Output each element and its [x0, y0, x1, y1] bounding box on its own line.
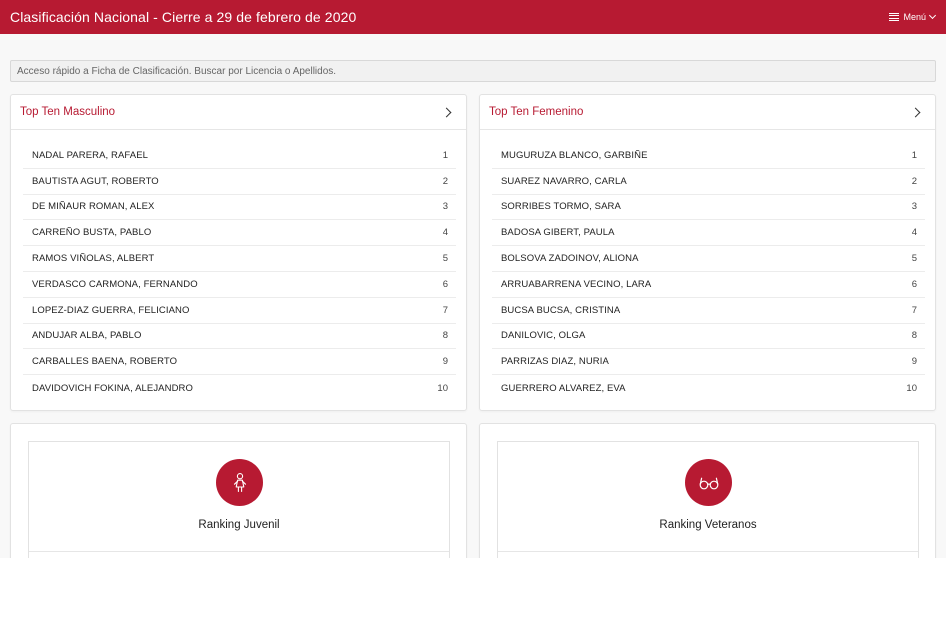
list-item[interactable]: DANILOVIC, OLGA 8	[492, 324, 925, 350]
player-name: ARRUABARRENA VECINO, LARA	[501, 278, 652, 290]
top-bar: Clasificación Nacional - Cierre a 29 de …	[0, 0, 946, 34]
player-name: BOLSOVA ZADOINOV, ALIONA	[501, 253, 639, 265]
glasses-icon	[685, 459, 732, 506]
tile-label: Ranking Veteranos	[659, 519, 757, 531]
player-rank: 9	[911, 356, 917, 368]
player-rank: 4	[911, 227, 917, 239]
player-rank: 6	[911, 278, 917, 290]
player-rank: 3	[911, 201, 917, 213]
card-title: Top Ten Femenino	[489, 106, 584, 118]
veterans-ranking-card: Ranking Veteranos	[479, 423, 936, 558]
player-rank: 4	[442, 227, 448, 239]
player-name: SORRIBES TORMO, SARA	[501, 201, 621, 213]
player-name: RAMOS VIÑOLAS, ALBERT	[32, 253, 155, 265]
list-item[interactable]: ARRUABARRENA VECINO, LARA 6	[492, 272, 925, 298]
player-name: BUCSA BUCSA, CRISTINA	[501, 304, 621, 316]
player-rank: 5	[911, 253, 917, 265]
player-name: DAVIDOVICH FOKINA, ALEJANDRO	[32, 382, 193, 394]
player-rank: 5	[442, 253, 448, 265]
player-name: DE MIÑAUR ROMAN, ALEX	[32, 201, 155, 213]
menu-button[interactable]: Menú	[889, 11, 937, 22]
list-item[interactable]: RAMOS VIÑOLAS, ALBERT 5	[23, 246, 456, 272]
page-title: Clasificación Nacional - Cierre a 29 de …	[10, 9, 357, 25]
player-rank: 1	[442, 149, 448, 161]
menu-label: Menú	[903, 12, 926, 22]
hamburger-icon	[889, 13, 900, 21]
list-item[interactable]: BAUTISTA AGUT, ROBERTO 2	[23, 169, 456, 195]
list-item[interactable]: DAVIDOVICH FOKINA, ALEJANDRO 10	[23, 375, 456, 401]
player-name: DANILOVIC, OLGA	[501, 330, 586, 342]
player-name: LOPEZ-DIAZ GUERRA, FELICIANO	[32, 304, 190, 316]
top-ten-male-card: Top Ten Masculino NADAL PARERA, RAFAEL 1 …	[10, 94, 467, 411]
player-name: SUAREZ NAVARRO, CARLA	[501, 175, 627, 187]
player-name: BADOSA GIBERT, PAULA	[501, 227, 615, 239]
player-name: VERDASCO CARMONA, FERNANDO	[32, 278, 198, 290]
player-rank: 9	[442, 356, 448, 368]
player-rank: 3	[442, 201, 448, 213]
player-rank: 7	[911, 304, 917, 316]
player-rank: 1	[911, 149, 917, 161]
list-item[interactable]: BADOSA GIBERT, PAULA 4	[492, 220, 925, 247]
player-name: PARRIZAS DIAZ, NURIA	[501, 356, 609, 368]
list-item[interactable]: BUCSA BUCSA, CRISTINA 7	[492, 298, 925, 324]
top-ten-female-card: Top Ten Femenino MUGURUZA BLANCO, GARBIÑ…	[479, 94, 936, 411]
veterans-ranking-tile[interactable]: Ranking Veteranos	[497, 441, 919, 558]
player-rank: 8	[911, 330, 917, 342]
player-rank: 8	[442, 330, 448, 342]
player-name: CARREÑO BUSTA, PABLO	[32, 227, 152, 239]
tile-label: Ranking Juvenil	[198, 519, 280, 531]
list-item[interactable]: SUAREZ NAVARRO, CARLA 2	[492, 169, 925, 195]
chevron-right-icon	[910, 107, 921, 117]
player-name: ANDUJAR ALBA, PABLO	[32, 330, 142, 342]
player-rank: 2	[911, 175, 917, 187]
top-ten-male-header[interactable]: Top Ten Masculino	[11, 95, 466, 130]
page: Clasificación Nacional - Cierre a 29 de …	[0, 0, 946, 558]
search-input[interactable]	[10, 60, 936, 82]
male-player-list: NADAL PARERA, RAFAEL 1 BAUTISTA AGUT, ROB…	[23, 143, 456, 401]
list-item[interactable]: VERDASCO CARMONA, FERNANDO 6	[23, 272, 456, 298]
player-rank: 10	[906, 382, 917, 394]
player-name: BAUTISTA AGUT, ROBERTO	[32, 175, 159, 187]
list-item[interactable]: ANDUJAR ALBA, PABLO 8	[23, 324, 456, 350]
divider	[498, 551, 918, 552]
top-ten-female-header[interactable]: Top Ten Femenino	[480, 95, 935, 130]
chevron-right-icon	[441, 107, 452, 117]
card-title: Top Ten Masculino	[20, 106, 116, 118]
list-item[interactable]: BOLSOVA ZADOINOV, ALIONA 5	[492, 246, 925, 272]
list-item[interactable]: MUGURUZA BLANCO, GARBIÑE 1	[492, 143, 925, 169]
player-rank: 7	[442, 304, 448, 316]
list-item[interactable]: PARRIZAS DIAZ, NURIA 9	[492, 349, 925, 376]
list-item[interactable]: DE MIÑAUR ROMAN, ALEX 3	[23, 195, 456, 221]
child-icon	[216, 459, 263, 506]
player-rank: 6	[442, 278, 448, 290]
player-name: GUERRERO ALVAREZ, EVA	[501, 382, 626, 394]
chevron-down-icon	[928, 11, 937, 20]
player-name: NADAL PARERA, RAFAEL	[32, 149, 149, 161]
junior-ranking-tile[interactable]: Ranking Juvenil	[28, 441, 450, 558]
divider	[29, 551, 449, 552]
list-item[interactable]: CARBALLES BAENA, ROBERTO 9	[23, 349, 456, 376]
player-name: CARBALLES BAENA, ROBERTO	[32, 356, 178, 368]
list-item[interactable]: LOPEZ-DIAZ GUERRA, FELICIANO 7	[23, 298, 456, 324]
junior-ranking-card: Ranking Juvenil	[10, 423, 467, 558]
player-rank: 10	[437, 382, 448, 394]
list-item[interactable]: NADAL PARERA, RAFAEL 1	[23, 143, 456, 169]
list-item[interactable]: CARREÑO BUSTA, PABLO 4	[23, 220, 456, 247]
player-name: MUGURUZA BLANCO, GARBIÑE	[501, 149, 648, 161]
list-item[interactable]: GUERRERO ALVAREZ, EVA 10	[492, 375, 925, 401]
player-rank: 2	[442, 175, 448, 187]
list-item[interactable]: SORRIBES TORMO, SARA 3	[492, 195, 925, 221]
female-player-list: MUGURUZA BLANCO, GARBIÑE 1 SUAREZ NAVARRO…	[492, 143, 925, 401]
